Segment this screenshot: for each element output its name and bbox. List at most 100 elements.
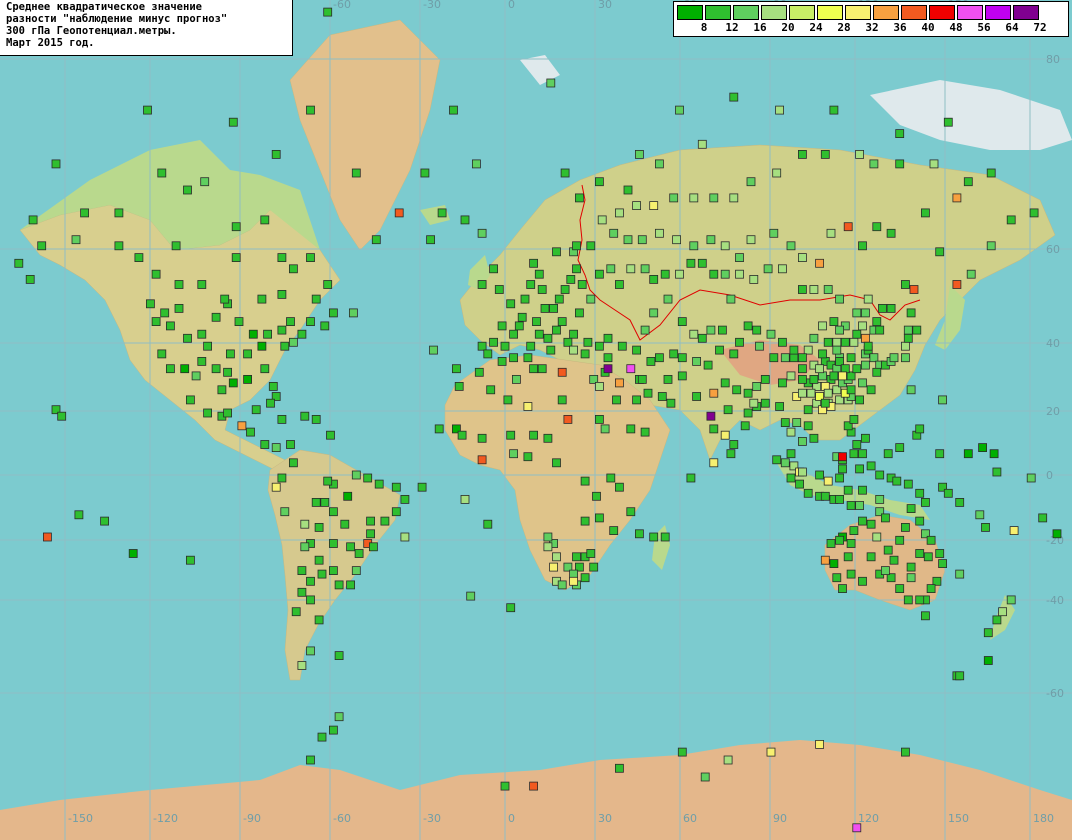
station-marker bbox=[288, 264, 298, 274]
station-marker bbox=[277, 414, 287, 424]
station-marker bbox=[569, 569, 578, 579]
station-marker bbox=[760, 398, 770, 408]
station-marker bbox=[875, 494, 885, 504]
station-marker bbox=[43, 532, 52, 542]
station-marker bbox=[80, 208, 89, 218]
station-marker bbox=[858, 241, 867, 251]
station-marker bbox=[306, 253, 315, 263]
station-marker bbox=[978, 443, 987, 453]
station-marker bbox=[815, 470, 824, 480]
station-marker bbox=[429, 345, 438, 355]
station-marker bbox=[815, 258, 824, 268]
station-marker bbox=[348, 308, 358, 318]
station-marker bbox=[709, 388, 719, 398]
latitude-label: 40 bbox=[1046, 337, 1060, 350]
station-marker bbox=[746, 177, 756, 187]
station-marker bbox=[391, 482, 401, 492]
station-marker bbox=[895, 159, 905, 169]
station-marker bbox=[935, 549, 945, 558]
station-marker bbox=[100, 516, 109, 526]
station-marker bbox=[626, 364, 636, 374]
station-marker bbox=[128, 549, 138, 558]
station-marker bbox=[328, 308, 338, 318]
station-marker bbox=[211, 312, 221, 322]
latitude-label: -60 bbox=[1046, 687, 1064, 700]
station-marker bbox=[926, 535, 936, 545]
station-marker bbox=[772, 168, 782, 178]
station-marker bbox=[795, 479, 804, 489]
station-marker bbox=[174, 280, 184, 289]
station-marker bbox=[649, 274, 659, 284]
station-marker bbox=[720, 378, 730, 388]
station-marker bbox=[849, 449, 859, 459]
station-marker bbox=[203, 408, 213, 418]
station-marker bbox=[260, 440, 270, 449]
station-marker bbox=[297, 329, 307, 339]
station-marker bbox=[323, 280, 333, 289]
station-marker bbox=[835, 325, 844, 335]
map-title-box: Среднее квадратическое значение разности… bbox=[0, 0, 293, 56]
station-marker bbox=[363, 473, 373, 483]
station-marker bbox=[603, 364, 613, 374]
station-marker bbox=[400, 494, 410, 504]
station-marker bbox=[780, 418, 790, 428]
station-marker bbox=[901, 341, 910, 351]
station-marker bbox=[846, 353, 856, 363]
station-marker bbox=[726, 449, 736, 459]
station-marker bbox=[686, 473, 696, 483]
station-marker bbox=[632, 345, 641, 355]
legend-swatch bbox=[705, 5, 731, 20]
station-marker bbox=[314, 523, 324, 532]
station-marker bbox=[549, 303, 558, 313]
station-marker bbox=[509, 353, 519, 363]
station-marker bbox=[165, 321, 175, 331]
station-marker bbox=[597, 215, 607, 225]
station-marker bbox=[151, 269, 161, 279]
station-marker bbox=[846, 539, 856, 548]
station-marker bbox=[632, 395, 641, 405]
station-marker bbox=[277, 253, 287, 263]
station-marker bbox=[534, 329, 544, 339]
station-marker bbox=[955, 671, 965, 681]
station-marker bbox=[843, 222, 853, 232]
station-marker bbox=[1038, 513, 1048, 523]
station-marker bbox=[749, 274, 759, 284]
station-marker bbox=[537, 364, 547, 374]
station-marker bbox=[615, 482, 624, 492]
longitude-label: -60 bbox=[333, 812, 351, 825]
station-marker bbox=[735, 269, 744, 279]
station-marker bbox=[686, 258, 696, 268]
station-marker bbox=[892, 476, 902, 486]
station-marker bbox=[14, 258, 24, 268]
station-marker bbox=[901, 747, 910, 757]
station-marker bbox=[306, 317, 315, 327]
station-marker bbox=[323, 476, 333, 486]
legend-label: 20 bbox=[781, 21, 795, 34]
station-marker bbox=[692, 356, 701, 366]
station-marker bbox=[243, 374, 253, 384]
station-marker bbox=[769, 228, 779, 238]
station-marker bbox=[251, 405, 261, 415]
station-marker bbox=[160, 308, 170, 318]
station-marker bbox=[632, 201, 641, 211]
station-marker bbox=[529, 364, 538, 374]
station-marker bbox=[595, 513, 604, 523]
station-marker bbox=[921, 611, 930, 621]
station-marker bbox=[792, 418, 802, 428]
station-marker bbox=[509, 449, 519, 459]
station-marker bbox=[881, 566, 890, 575]
station-marker bbox=[749, 398, 759, 408]
station-marker bbox=[526, 280, 536, 289]
station-marker bbox=[643, 388, 653, 398]
station-marker bbox=[288, 458, 298, 468]
station-marker bbox=[151, 317, 161, 327]
station-marker bbox=[306, 595, 315, 605]
station-marker bbox=[743, 321, 753, 331]
station-marker bbox=[223, 408, 233, 418]
station-marker bbox=[840, 337, 850, 347]
station-marker bbox=[351, 470, 361, 480]
station-marker bbox=[606, 473, 616, 483]
station-marker bbox=[434, 424, 444, 434]
station-marker bbox=[523, 353, 533, 363]
station-marker bbox=[895, 129, 905, 139]
